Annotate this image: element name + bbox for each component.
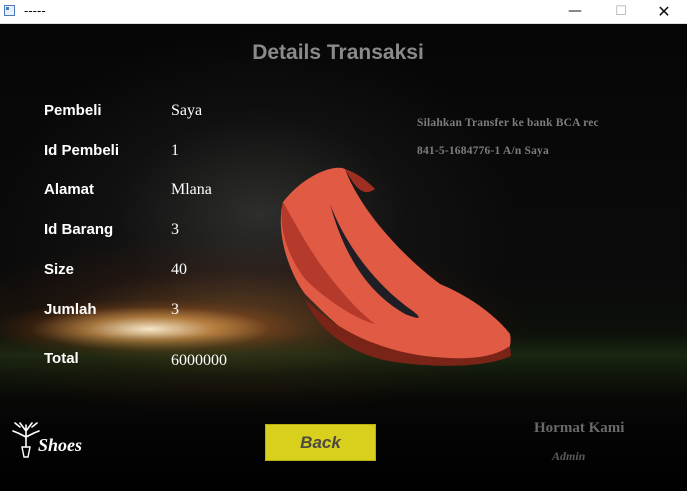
hormat-kami-text: Hormat Kami xyxy=(534,420,625,436)
payment-instruction: Silahkan Transfer ke bank BCA rec xyxy=(417,117,599,129)
page-title: Details Transaksi xyxy=(252,41,424,64)
window-title: ----- xyxy=(24,4,46,18)
maximize-button[interactable]: ☐ xyxy=(598,0,644,23)
label-total: Total xyxy=(44,350,79,367)
value-id-pembeli: 1 xyxy=(171,142,179,159)
app-window: ----- — ☐ ✕ Details Transaksi Pembeli Sa… xyxy=(0,0,687,491)
label-jumlah: Jumlah xyxy=(44,301,97,318)
content-area: Details Transaksi Pembeli Saya Id Pembel… xyxy=(0,24,687,491)
value-id-barang: 3 xyxy=(171,221,179,238)
value-jumlah: 3 xyxy=(171,301,179,318)
close-button[interactable]: ✕ xyxy=(641,0,687,23)
payment-account: 841-5-1684776-1 A/n Saya xyxy=(417,145,549,157)
value-pembeli: Saya xyxy=(171,102,203,119)
label-id-barang: Id Barang xyxy=(44,221,114,238)
back-button[interactable]: Back xyxy=(265,424,376,461)
label-alamat: Alamat xyxy=(44,181,95,198)
title-bar: ----- — ☐ ✕ xyxy=(0,0,687,24)
value-alamat: Mlana xyxy=(171,181,212,198)
shoes-logo: Shoes xyxy=(12,422,82,458)
label-size: Size xyxy=(44,261,75,278)
value-size: 40 xyxy=(171,261,187,278)
minimize-button[interactable]: — xyxy=(552,0,598,23)
shoe-image xyxy=(280,167,511,366)
label-pembeli: Pembeli xyxy=(44,102,102,119)
admin-signature: Admin xyxy=(552,449,586,463)
svg-text:Shoes: Shoes xyxy=(38,435,82,455)
label-id-pembeli: Id Pembeli xyxy=(44,142,120,159)
app-icon xyxy=(4,5,15,16)
value-total: 6000000 xyxy=(171,352,227,369)
